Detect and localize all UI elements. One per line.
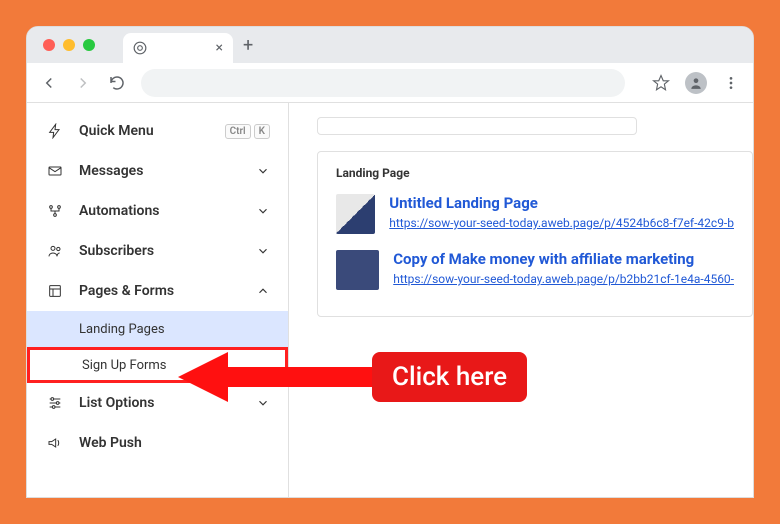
window-minimize-icon[interactable] xyxy=(63,39,75,51)
envelope-icon xyxy=(45,163,65,179)
megaphone-icon xyxy=(45,435,65,451)
browser-tab[interactable]: × xyxy=(123,33,233,63)
back-button[interactable] xyxy=(39,73,59,93)
chevron-up-icon xyxy=(256,284,270,298)
sidebar-item-label: List Options xyxy=(79,395,154,411)
chrome-icon xyxy=(133,41,147,55)
reload-button[interactable] xyxy=(107,73,127,93)
sidebar-item-label: Web Push xyxy=(79,435,142,451)
chevron-down-icon xyxy=(256,244,270,258)
sidebar-subitem-label: Sign Up Forms xyxy=(82,358,167,373)
star-icon[interactable] xyxy=(651,73,671,93)
window-maximize-icon[interactable] xyxy=(83,39,95,51)
landing-page-row[interactable]: Copy of Make money with affiliate market… xyxy=(336,250,734,290)
callout-label: Click here xyxy=(372,352,527,402)
page-thumbnail xyxy=(336,250,379,290)
sidebar-subitem-label: Landing Pages xyxy=(79,322,165,337)
annotation-overlay: Click here xyxy=(178,347,527,407)
profile-avatar[interactable] xyxy=(685,72,707,94)
keyboard-shortcut: Ctrl K xyxy=(225,124,270,139)
address-bar xyxy=(27,63,753,103)
card-placeholder xyxy=(317,117,637,135)
sliders-icon xyxy=(45,395,65,411)
chevron-down-icon xyxy=(256,164,270,178)
page-title-link[interactable]: Copy of Make money with affiliate market… xyxy=(393,250,734,268)
sidebar-subitem-landing-pages[interactable]: Landing Pages xyxy=(27,311,288,347)
page-thumbnail xyxy=(336,194,375,234)
tab-close-icon[interactable]: × xyxy=(216,40,223,56)
page-url-link[interactable]: https://sow-your-seed-today.aweb.page/p/… xyxy=(393,272,734,286)
main-panel: Landing Page Untitled Landing Page https… xyxy=(289,103,753,497)
sidebar-item-pages-forms[interactable]: Pages & Forms xyxy=(27,271,288,311)
pages-icon xyxy=(45,283,65,299)
sidebar-item-automations[interactable]: Automations xyxy=(27,191,288,231)
users-icon xyxy=(45,243,65,259)
landing-page-section: Landing Page Untitled Landing Page https… xyxy=(317,151,753,317)
automation-icon xyxy=(45,203,65,219)
content-area: Quick Menu Ctrl K Messages Automations S… xyxy=(27,103,753,497)
sidebar-item-web-push[interactable]: Web Push xyxy=(27,423,288,463)
tab-strip: × + xyxy=(123,27,253,63)
sidebar-item-messages[interactable]: Messages xyxy=(27,151,288,191)
menu-icon[interactable] xyxy=(721,73,741,93)
section-title: Landing Page xyxy=(336,166,734,180)
sidebar-item-label: Messages xyxy=(79,163,143,179)
new-tab-button[interactable]: + xyxy=(243,35,253,56)
sidebar-item-subscribers[interactable]: Subscribers xyxy=(27,231,288,271)
chevron-down-icon xyxy=(256,204,270,218)
titlebar: × + xyxy=(27,27,753,63)
landing-page-row[interactable]: Untitled Landing Page https://sow-your-s… xyxy=(336,194,734,234)
window-close-icon[interactable] xyxy=(43,39,55,51)
sidebar-item-quick-menu[interactable]: Quick Menu Ctrl K xyxy=(27,111,288,151)
browser-window: × + Quick Menu Ctrl K xyxy=(26,26,754,498)
arrow-icon xyxy=(178,347,378,407)
sidebar-item-label: Pages & Forms xyxy=(79,283,174,299)
sidebar-item-label: Subscribers xyxy=(79,243,154,259)
page-title-link[interactable]: Untitled Landing Page xyxy=(389,194,734,212)
sidebar-item-label: Automations xyxy=(79,203,160,219)
forward-button[interactable] xyxy=(73,73,93,93)
page-url-link[interactable]: https://sow-your-seed-today.aweb.page/p/… xyxy=(389,216,734,230)
url-input[interactable] xyxy=(141,69,625,97)
sidebar: Quick Menu Ctrl K Messages Automations S… xyxy=(27,103,289,497)
lightning-icon xyxy=(45,123,65,139)
sidebar-item-label: Quick Menu xyxy=(79,123,154,139)
